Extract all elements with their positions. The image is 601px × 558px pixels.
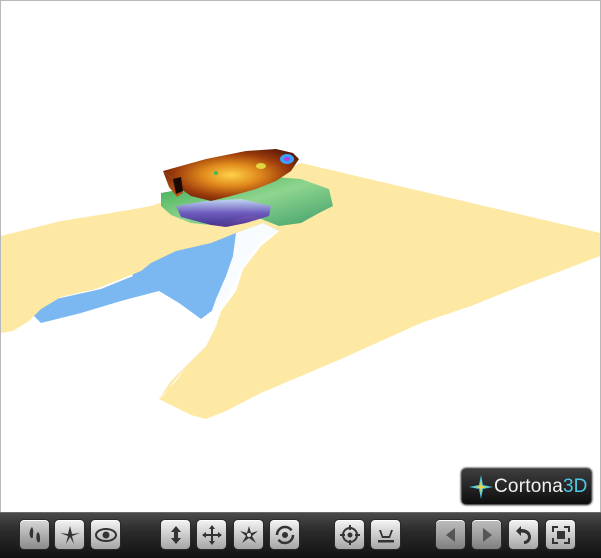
restore-button[interactable] <box>508 519 539 550</box>
hotspot-purple <box>284 157 290 161</box>
hotspot-yellow <box>256 163 266 169</box>
plan-button[interactable] <box>160 519 191 550</box>
study-button[interactable] <box>90 519 121 550</box>
cortona3d-logo: Cortona 3D <box>461 468 592 505</box>
cortona-star-icon <box>469 474 493 499</box>
fly-icon <box>59 525 80 544</box>
restore-icon <box>515 525 531 544</box>
align-button[interactable] <box>370 519 401 550</box>
logo-brand: Cortona <box>494 475 563 497</box>
walk-icon <box>29 526 40 542</box>
logo-accent: 3D <box>563 475 588 497</box>
pan-button[interactable] <box>196 519 227 550</box>
previous-viewpoint-button[interactable] <box>435 519 466 550</box>
turn-icon <box>239 525 258 543</box>
navigation-toolbar <box>0 512 601 558</box>
previous-viewpoint-icon <box>445 527 455 542</box>
fly-button[interactable] <box>54 519 85 550</box>
roll-button[interactable] <box>269 519 300 550</box>
goto-icon <box>339 524 360 545</box>
fit-button[interactable] <box>545 519 576 550</box>
next-viewpoint-button[interactable] <box>471 519 502 550</box>
3d-viewport[interactable]: Cortona 3D <box>0 0 601 513</box>
turn-button[interactable] <box>233 519 264 550</box>
hotspot-green <box>214 171 218 175</box>
next-viewpoint-icon <box>482 527 492 542</box>
terrain-scene <box>1 149 600 419</box>
pan-icon <box>201 524 222 545</box>
goto-button[interactable] <box>334 519 365 550</box>
fit-icon <box>551 525 570 544</box>
roll-icon <box>275 525 294 544</box>
plan-icon <box>170 525 181 544</box>
align-icon <box>377 529 394 542</box>
walk-button[interactable] <box>19 519 50 550</box>
study-icon <box>94 527 117 542</box>
